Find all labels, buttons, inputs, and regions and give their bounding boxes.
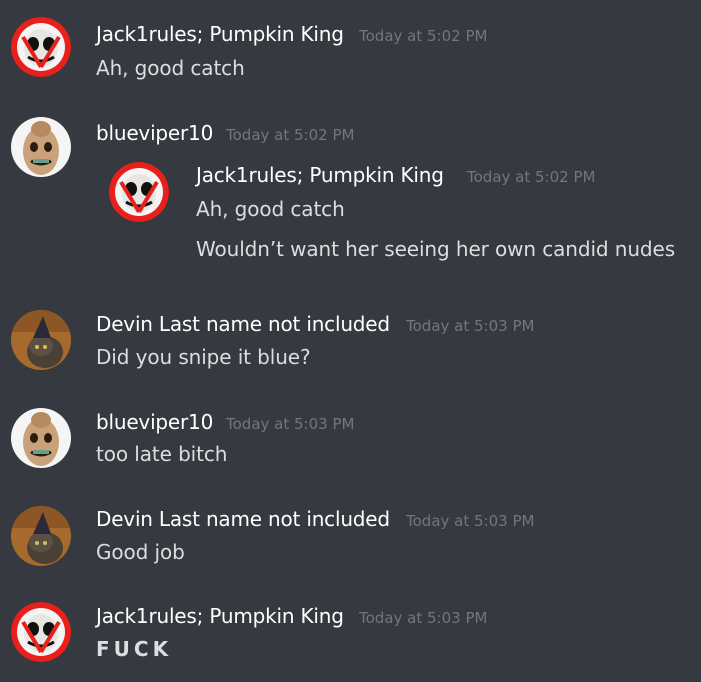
message-text: too late bitch xyxy=(96,442,228,466)
message-timestamp: Today at 5:03 PM xyxy=(406,512,535,530)
message-timestamp: Today at 5:02 PM xyxy=(226,126,355,144)
cat-witch-hat-avatar[interactable] xyxy=(11,310,71,370)
message-text: FUCK xyxy=(96,637,173,661)
oogie-boogie-avatar[interactable] xyxy=(11,408,71,468)
message-timestamp: Today at 5:03 PM xyxy=(406,317,535,335)
message-timestamp: Today at 5:03 PM xyxy=(226,415,355,433)
quoted-text: Wouldn’t want her seeing her own candid … xyxy=(196,237,676,261)
chat-log: Jack1rules; Pumpkin King Today at 5:02 P… xyxy=(0,0,701,682)
cat-witch-hat-avatar[interactable] xyxy=(11,506,71,566)
message-author[interactable]: Devin Last name not included xyxy=(96,312,390,336)
pumpkin-king-avatar[interactable] xyxy=(11,602,71,662)
quoted-timestamp: Today at 5:02 PM xyxy=(467,168,596,186)
pumpkin-king-avatar[interactable] xyxy=(109,162,169,222)
quoted-author[interactable]: Jack1rules; Pumpkin King xyxy=(196,163,444,187)
message-author[interactable]: Devin Last name not included xyxy=(96,507,390,531)
message-author[interactable]: Jack1rules; Pumpkin King xyxy=(96,22,344,46)
message-timestamp: Today at 5:02 PM xyxy=(359,27,488,45)
message-author[interactable]: blueviper10 xyxy=(96,410,213,434)
oogie-boogie-avatar[interactable] xyxy=(11,117,71,177)
message-text: Good job xyxy=(96,540,185,564)
message-text: Did you snipe it blue? xyxy=(96,345,311,369)
message-author[interactable]: blueviper10 xyxy=(96,121,213,145)
quoted-text: Ah, good catch xyxy=(196,197,345,221)
pumpkin-king-avatar[interactable] xyxy=(11,17,71,77)
message-timestamp: Today at 5:03 PM xyxy=(359,609,488,627)
message-author[interactable]: Jack1rules; Pumpkin King xyxy=(96,604,344,628)
message-text: Ah, good catch xyxy=(96,56,245,80)
